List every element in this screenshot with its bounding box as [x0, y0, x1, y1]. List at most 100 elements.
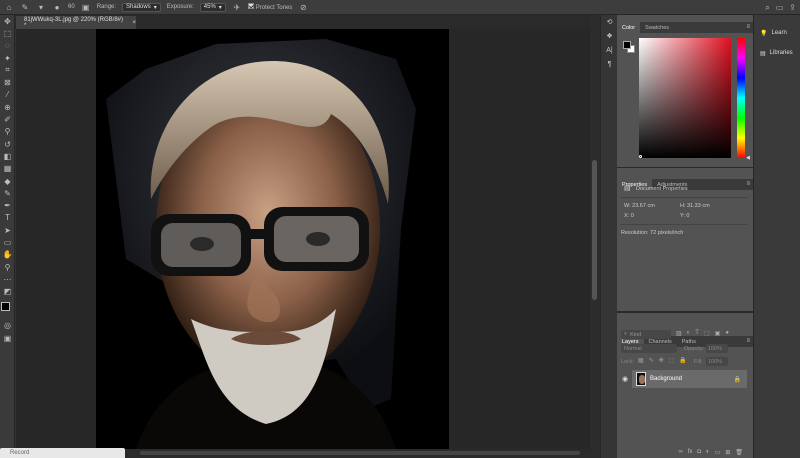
tab-color[interactable]: Color	[617, 22, 641, 33]
move-tool-icon[interactable]: ✥	[0, 15, 15, 27]
clone-stamp-tool-icon[interactable]: ⚲	[0, 126, 15, 138]
color-field[interactable]	[639, 38, 731, 158]
layer-style-icon[interactable]: fx	[688, 449, 693, 455]
blur-tool-icon[interactable]: ◆	[0, 175, 15, 187]
brush-size: 60	[68, 4, 75, 10]
brush-settings-icon[interactable]: ❖	[601, 29, 618, 43]
crop-tool-icon[interactable]: ⌗	[0, 64, 15, 76]
shape-filter-icon[interactable]: ⬚	[704, 330, 710, 337]
horizontal-scrollbar[interactable]	[140, 451, 580, 455]
height-value[interactable]: H: 31.33 cm	[680, 203, 710, 209]
panel-menu-icon[interactable]: ≡	[746, 181, 750, 187]
new-group-icon[interactable]: ▭	[715, 449, 721, 456]
character-icon[interactable]: A|	[601, 43, 618, 57]
exposure-field[interactable]: 45% ▾	[199, 2, 226, 12]
brush-preset-icon[interactable]: ●	[52, 2, 62, 12]
rectangle-tool-icon[interactable]: ▭	[0, 236, 15, 248]
marquee-tool-icon[interactable]: ⬚	[0, 27, 15, 39]
airbrush-icon[interactable]: ✈	[232, 2, 242, 12]
pen-tool-icon[interactable]: ✒	[0, 199, 15, 211]
panel-menu-icon[interactable]: ≡	[746, 24, 750, 30]
screen-mode-icon[interactable]: ▣	[0, 332, 15, 344]
add-mask-icon[interactable]: ◘	[697, 449, 701, 455]
pixel-filter-icon[interactable]: ▨	[676, 330, 682, 337]
vertical-scroll-thumb[interactable]	[592, 160, 597, 300]
type-filter-icon[interactable]: T	[695, 330, 699, 337]
range-dropdown[interactable]: Shadows ▾	[122, 2, 161, 12]
delete-layer-icon[interactable]: 🗑	[735, 449, 743, 456]
lock-artboard-icon[interactable]: ⬚	[669, 357, 675, 364]
range-label: Range:	[96, 4, 117, 10]
eraser-tool-icon[interactable]: ◧	[0, 150, 15, 162]
fill-field[interactable]: 100%	[706, 357, 728, 366]
magic-wand-tool-icon[interactable]: ✦	[0, 52, 15, 64]
width-value[interactable]: W: 23.67 cm	[624, 203, 655, 209]
history-icon[interactable]: ⟲	[601, 15, 618, 29]
x-value[interactable]: X: 0	[624, 213, 634, 219]
lock-position-icon[interactable]: ✥	[659, 357, 664, 364]
chevron-down-icon[interactable]: ▾	[36, 2, 46, 12]
adjustment-filter-icon[interactable]: ◐	[687, 330, 691, 337]
path-selection-tool-icon[interactable]: ➤	[0, 224, 15, 236]
history-brush-tool-icon[interactable]: ↺	[0, 138, 15, 150]
brush-tool-icon[interactable]: ✐	[0, 113, 15, 125]
protect-tones-checkbox[interactable]: Protect Tones	[247, 3, 292, 11]
blend-mode-dropdown[interactable]: Normal	[621, 344, 677, 353]
eyedropper-tool-icon[interactable]: ⁄	[0, 89, 15, 101]
blend-mode-value: Normal	[624, 345, 642, 352]
search-icon[interactable]: ⌕	[765, 3, 769, 13]
lasso-tool-icon[interactable]: ◌	[0, 40, 15, 52]
smart-object-filter-icon[interactable]: ▣	[715, 330, 721, 337]
hue-slider[interactable]	[737, 38, 745, 158]
hand-tool-icon[interactable]: ✋	[0, 249, 15, 261]
lock-all-icon[interactable]: 🔒	[679, 357, 686, 364]
exposure-value: 45%	[203, 4, 216, 10]
canvas-image[interactable]	[96, 29, 449, 449]
foreground-swatch[interactable]	[623, 41, 631, 49]
color-picker-marker[interactable]	[639, 155, 642, 158]
layer-name[interactable]: Background	[650, 376, 682, 382]
zoom-tool-icon[interactable]: ⚲	[0, 261, 15, 273]
eye-icon[interactable]: ◉	[622, 375, 628, 383]
y-value[interactable]: Y: 0	[680, 213, 689, 219]
panel-menu-icon[interactable]: ≡	[746, 338, 750, 344]
lock-pixels-icon[interactable]: ✎	[649, 357, 654, 364]
more-tools-icon[interactable]: ⋯	[0, 273, 15, 285]
tab-swatches[interactable]: Swatches	[640, 22, 674, 33]
gradient-tool-icon[interactable]: ▦	[0, 163, 15, 175]
brush-panel-icon[interactable]: ▣	[81, 2, 91, 12]
frame-tool-icon[interactable]: ⊠	[0, 76, 15, 88]
record-button[interactable]: Record	[0, 448, 125, 458]
filter-toggle-icon[interactable]: ●	[725, 330, 729, 337]
opacity-label: Opacity:	[684, 346, 705, 352]
layer-row[interactable]: Background 🔒	[632, 370, 747, 388]
hue-marker-icon[interactable]: ◀	[746, 155, 750, 161]
type-tool-icon[interactable]: T	[0, 212, 15, 224]
healing-brush-tool-icon[interactable]: ⊕	[0, 101, 15, 113]
workspace-icon[interactable]: ▭	[776, 3, 784, 13]
layer-thumbnail	[636, 372, 646, 386]
pressure-icon[interactable]: ⊘	[298, 2, 308, 12]
link-layers-icon[interactable]: ∞	[678, 449, 682, 455]
foreground-color	[1, 301, 10, 311]
range-value: Shadows	[126, 4, 151, 10]
portrait-photo	[96, 29, 449, 449]
document-tab[interactable]: 81jWWukq-3L.jpg @ 220% (RGB/8#) * ×	[16, 16, 136, 29]
opacity-value: 100%	[708, 345, 723, 352]
adjustment-layer-icon[interactable]: ◐	[706, 449, 710, 455]
opacity-field[interactable]: 100%	[706, 344, 728, 353]
libraries-button[interactable]: ▤ Libraries	[754, 45, 800, 61]
foreground-background-icon[interactable]	[0, 298, 15, 320]
close-icon[interactable]: ×	[132, 20, 136, 26]
paragraph-icon[interactable]: ¶	[601, 57, 618, 71]
layer-filter-dropdown[interactable]: ⌕ Kind	[621, 330, 671, 339]
lock-transparency-icon[interactable]: ▦	[638, 357, 644, 364]
burn-tool-icon[interactable]: ✎	[0, 187, 15, 199]
new-layer-icon[interactable]: ⊞	[725, 449, 730, 456]
learn-button[interactable]: 💡 Learn	[754, 25, 800, 41]
burn-tool-icon[interactable]: ✎	[20, 2, 30, 12]
quick-mask-icon[interactable]: ◎	[0, 320, 15, 332]
home-icon[interactable]: ⌂	[4, 2, 14, 12]
share-icon[interactable]: ⇪	[789, 3, 796, 13]
default-colors-icon[interactable]: ◩	[0, 286, 15, 298]
